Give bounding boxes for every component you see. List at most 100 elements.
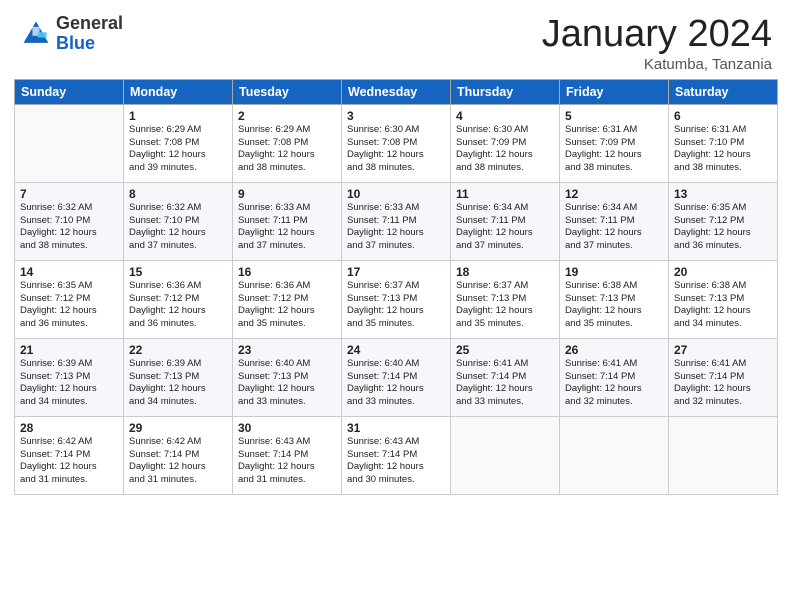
day-info: Sunrise: 6:41 AM Sunset: 7:14 PM Dayligh… — [565, 358, 663, 409]
calendar-cell: 28Sunrise: 6:42 AM Sunset: 7:14 PM Dayli… — [15, 416, 124, 494]
col-friday: Friday — [560, 79, 669, 104]
day-number: 1 — [129, 109, 227, 123]
calendar-cell: 4Sunrise: 6:30 AM Sunset: 7:09 PM Daylig… — [451, 104, 560, 182]
day-number: 31 — [347, 421, 445, 435]
calendar-cell: 31Sunrise: 6:43 AM Sunset: 7:14 PM Dayli… — [342, 416, 451, 494]
day-number: 19 — [565, 265, 663, 279]
day-info: Sunrise: 6:31 AM Sunset: 7:09 PM Dayligh… — [565, 124, 663, 175]
day-info: Sunrise: 6:34 AM Sunset: 7:11 PM Dayligh… — [456, 202, 554, 253]
day-info: Sunrise: 6:34 AM Sunset: 7:11 PM Dayligh… — [565, 202, 663, 253]
day-number: 5 — [565, 109, 663, 123]
day-info: Sunrise: 6:30 AM Sunset: 7:08 PM Dayligh… — [347, 124, 445, 175]
calendar-cell: 21Sunrise: 6:39 AM Sunset: 7:13 PM Dayli… — [15, 338, 124, 416]
day-number: 28 — [20, 421, 118, 435]
page: { "logo": { "general": "General", "blue"… — [0, 0, 792, 612]
calendar-cell — [451, 416, 560, 494]
day-number: 15 — [129, 265, 227, 279]
day-info: Sunrise: 6:36 AM Sunset: 7:12 PM Dayligh… — [238, 280, 336, 331]
day-number: 13 — [674, 187, 772, 201]
day-number: 14 — [20, 265, 118, 279]
day-info: Sunrise: 6:41 AM Sunset: 7:14 PM Dayligh… — [674, 358, 772, 409]
col-monday: Monday — [124, 79, 233, 104]
day-info: Sunrise: 6:37 AM Sunset: 7:13 PM Dayligh… — [456, 280, 554, 331]
day-info: Sunrise: 6:35 AM Sunset: 7:12 PM Dayligh… — [674, 202, 772, 253]
day-info: Sunrise: 6:31 AM Sunset: 7:10 PM Dayligh… — [674, 124, 772, 175]
calendar-cell: 14Sunrise: 6:35 AM Sunset: 7:12 PM Dayli… — [15, 260, 124, 338]
calendar-cell: 11Sunrise: 6:34 AM Sunset: 7:11 PM Dayli… — [451, 182, 560, 260]
day-info: Sunrise: 6:42 AM Sunset: 7:14 PM Dayligh… — [129, 436, 227, 487]
calendar-cell: 9Sunrise: 6:33 AM Sunset: 7:11 PM Daylig… — [233, 182, 342, 260]
day-info: Sunrise: 6:29 AM Sunset: 7:08 PM Dayligh… — [238, 124, 336, 175]
logo: General Blue — [20, 14, 123, 54]
day-number: 12 — [565, 187, 663, 201]
logo-general-text: General — [56, 14, 123, 34]
calendar-cell: 20Sunrise: 6:38 AM Sunset: 7:13 PM Dayli… — [669, 260, 778, 338]
calendar-row-0: 1Sunrise: 6:29 AM Sunset: 7:08 PM Daylig… — [15, 104, 778, 182]
day-number: 10 — [347, 187, 445, 201]
day-number: 25 — [456, 343, 554, 357]
col-tuesday: Tuesday — [233, 79, 342, 104]
calendar-cell: 26Sunrise: 6:41 AM Sunset: 7:14 PM Dayli… — [560, 338, 669, 416]
day-number: 3 — [347, 109, 445, 123]
calendar-cell: 19Sunrise: 6:38 AM Sunset: 7:13 PM Dayli… — [560, 260, 669, 338]
calendar-cell: 30Sunrise: 6:43 AM Sunset: 7:14 PM Dayli… — [233, 416, 342, 494]
calendar-row-4: 28Sunrise: 6:42 AM Sunset: 7:14 PM Dayli… — [15, 416, 778, 494]
day-info: Sunrise: 6:42 AM Sunset: 7:14 PM Dayligh… — [20, 436, 118, 487]
day-number: 27 — [674, 343, 772, 357]
day-info: Sunrise: 6:41 AM Sunset: 7:14 PM Dayligh… — [456, 358, 554, 409]
calendar-header-row: Sunday Monday Tuesday Wednesday Thursday… — [15, 79, 778, 104]
day-number: 16 — [238, 265, 336, 279]
day-number: 8 — [129, 187, 227, 201]
col-wednesday: Wednesday — [342, 79, 451, 104]
day-info: Sunrise: 6:35 AM Sunset: 7:12 PM Dayligh… — [20, 280, 118, 331]
day-number: 22 — [129, 343, 227, 357]
day-number: 23 — [238, 343, 336, 357]
calendar-body: 1Sunrise: 6:29 AM Sunset: 7:08 PM Daylig… — [15, 104, 778, 494]
day-info: Sunrise: 6:37 AM Sunset: 7:13 PM Dayligh… — [347, 280, 445, 331]
day-info: Sunrise: 6:43 AM Sunset: 7:14 PM Dayligh… — [238, 436, 336, 487]
calendar-wrapper: Sunday Monday Tuesday Wednesday Thursday… — [0, 79, 792, 612]
location-subtitle: Katumba, Tanzania — [542, 56, 772, 73]
title-block: January 2024 Katumba, Tanzania — [542, 14, 772, 73]
day-info: Sunrise: 6:32 AM Sunset: 7:10 PM Dayligh… — [20, 202, 118, 253]
calendar-cell: 2Sunrise: 6:29 AM Sunset: 7:08 PM Daylig… — [233, 104, 342, 182]
day-info: Sunrise: 6:36 AM Sunset: 7:12 PM Dayligh… — [129, 280, 227, 331]
col-thursday: Thursday — [451, 79, 560, 104]
day-number: 26 — [565, 343, 663, 357]
calendar-cell: 24Sunrise: 6:40 AM Sunset: 7:14 PM Dayli… — [342, 338, 451, 416]
page-header: General Blue January 2024 Katumba, Tanza… — [0, 0, 792, 79]
day-info: Sunrise: 6:40 AM Sunset: 7:14 PM Dayligh… — [347, 358, 445, 409]
day-number: 29 — [129, 421, 227, 435]
calendar-cell: 16Sunrise: 6:36 AM Sunset: 7:12 PM Dayli… — [233, 260, 342, 338]
calendar-cell: 29Sunrise: 6:42 AM Sunset: 7:14 PM Dayli… — [124, 416, 233, 494]
col-saturday: Saturday — [669, 79, 778, 104]
calendar-row-3: 21Sunrise: 6:39 AM Sunset: 7:13 PM Dayli… — [15, 338, 778, 416]
day-info: Sunrise: 6:38 AM Sunset: 7:13 PM Dayligh… — [565, 280, 663, 331]
calendar-cell — [560, 416, 669, 494]
calendar-cell: 22Sunrise: 6:39 AM Sunset: 7:13 PM Dayli… — [124, 338, 233, 416]
calendar-cell — [15, 104, 124, 182]
calendar-cell: 17Sunrise: 6:37 AM Sunset: 7:13 PM Dayli… — [342, 260, 451, 338]
calendar-row-2: 14Sunrise: 6:35 AM Sunset: 7:12 PM Dayli… — [15, 260, 778, 338]
calendar-cell: 6Sunrise: 6:31 AM Sunset: 7:10 PM Daylig… — [669, 104, 778, 182]
day-number: 24 — [347, 343, 445, 357]
day-number: 17 — [347, 265, 445, 279]
col-sunday: Sunday — [15, 79, 124, 104]
calendar-cell: 15Sunrise: 6:36 AM Sunset: 7:12 PM Dayli… — [124, 260, 233, 338]
day-number: 18 — [456, 265, 554, 279]
day-number: 11 — [456, 187, 554, 201]
calendar-cell: 5Sunrise: 6:31 AM Sunset: 7:09 PM Daylig… — [560, 104, 669, 182]
calendar-cell: 1Sunrise: 6:29 AM Sunset: 7:08 PM Daylig… — [124, 104, 233, 182]
calendar-cell: 18Sunrise: 6:37 AM Sunset: 7:13 PM Dayli… — [451, 260, 560, 338]
calendar-cell: 7Sunrise: 6:32 AM Sunset: 7:10 PM Daylig… — [15, 182, 124, 260]
day-info: Sunrise: 6:43 AM Sunset: 7:14 PM Dayligh… — [347, 436, 445, 487]
calendar-row-1: 7Sunrise: 6:32 AM Sunset: 7:10 PM Daylig… — [15, 182, 778, 260]
day-info: Sunrise: 6:29 AM Sunset: 7:08 PM Dayligh… — [129, 124, 227, 175]
day-info: Sunrise: 6:39 AM Sunset: 7:13 PM Dayligh… — [129, 358, 227, 409]
day-number: 9 — [238, 187, 336, 201]
day-info: Sunrise: 6:38 AM Sunset: 7:13 PM Dayligh… — [674, 280, 772, 331]
logo-blue-text: Blue — [56, 34, 123, 54]
calendar-cell: 10Sunrise: 6:33 AM Sunset: 7:11 PM Dayli… — [342, 182, 451, 260]
calendar-cell: 12Sunrise: 6:34 AM Sunset: 7:11 PM Dayli… — [560, 182, 669, 260]
day-number: 6 — [674, 109, 772, 123]
